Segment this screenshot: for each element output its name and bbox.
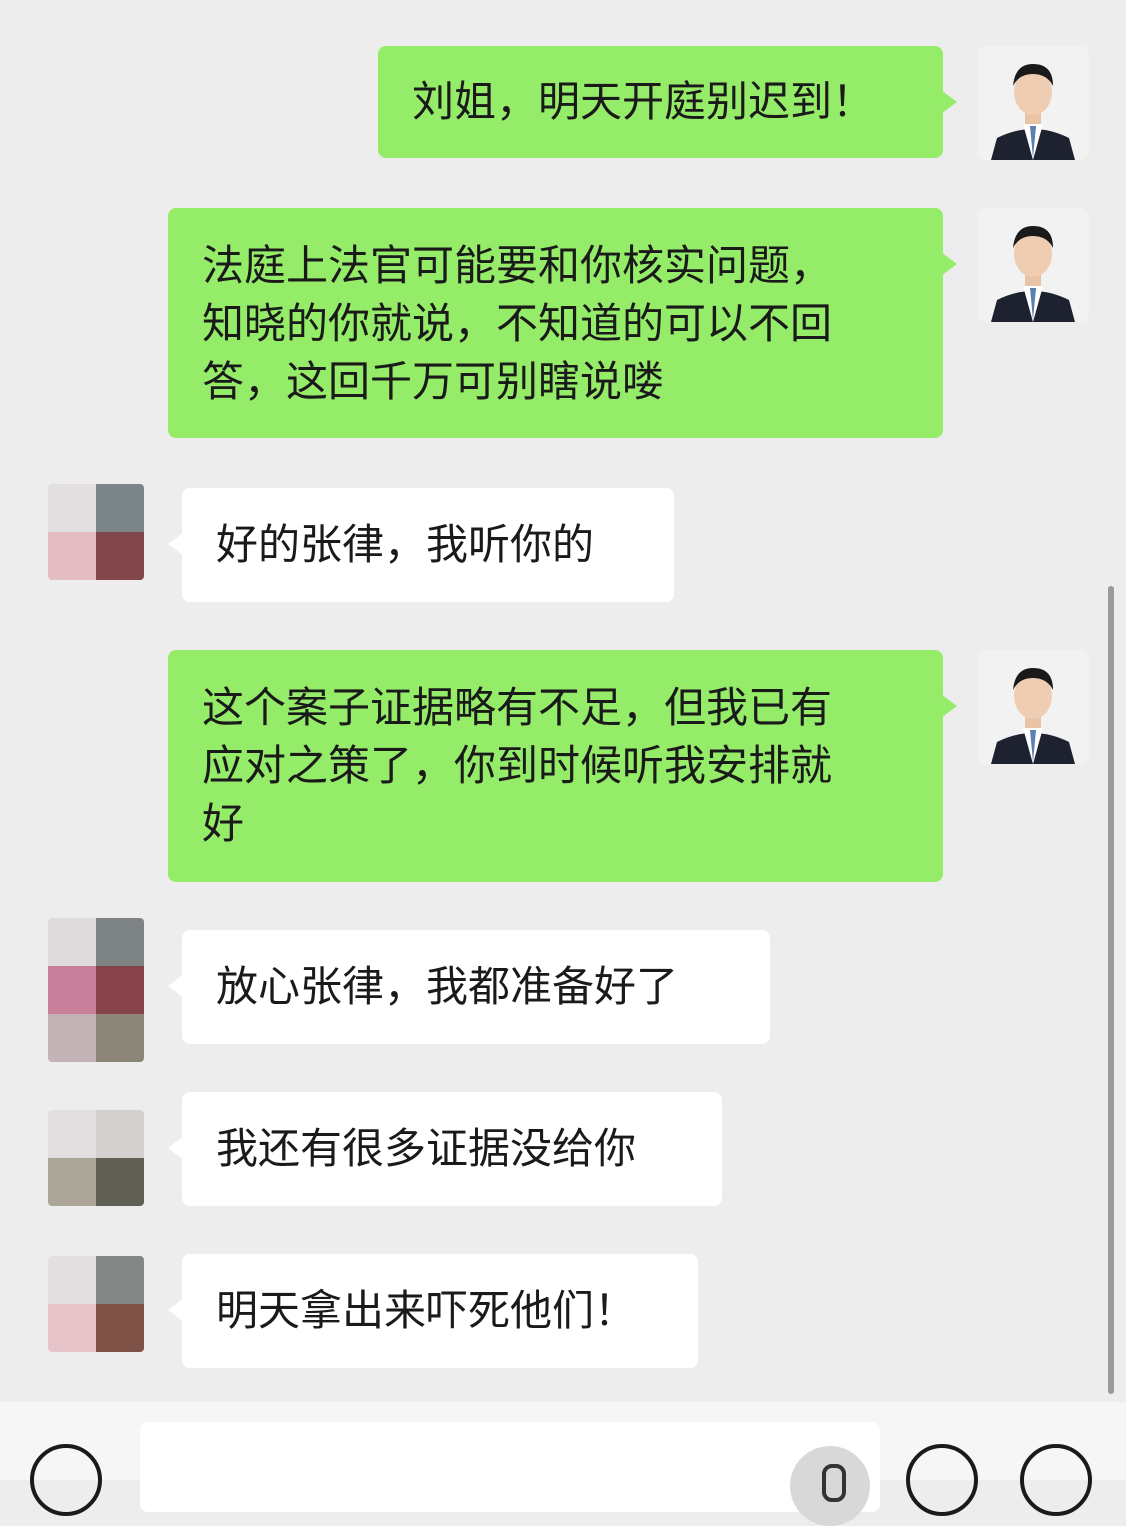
- microphone-icon[interactable]: [790, 1446, 870, 1526]
- message-bubble[interactable]: 明天拿出来吓死他们！: [168, 1254, 698, 1368]
- input-toolbar: [0, 1402, 1126, 1526]
- message-input[interactable]: [140, 1422, 880, 1512]
- scrollbar[interactable]: [1108, 586, 1114, 1394]
- contact-avatar[interactable]: [48, 1256, 144, 1352]
- chat-area: 刘姐，明天开庭别迟到！ 法庭上法官可能要和你核实问题， 知晓的你就说，不知道的可…: [0, 0, 1126, 1400]
- message-text: 明天拿出来吓死他们！: [216, 1286, 637, 1335]
- voice-icon[interactable]: [30, 1444, 102, 1516]
- plus-icon[interactable]: [1020, 1444, 1092, 1516]
- emoji-icon[interactable]: [906, 1444, 978, 1516]
- message-received: 明天拿出来吓死他们！: [0, 0, 1126, 1380]
